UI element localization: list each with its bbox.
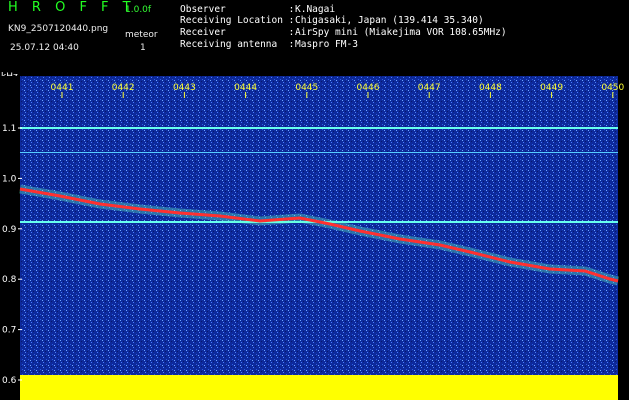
header-panel: H R O F F T 1.0.0f KN9_2507120440.png me… xyxy=(0,0,629,76)
frequency-tick-label: 0.9 xyxy=(2,225,17,235)
app-brand: H R O F F T xyxy=(8,0,136,15)
file-name: KN9_2507120440.png xyxy=(8,24,109,34)
receiver-label: Receiver : xyxy=(180,27,295,38)
frequency-tick-label: 1.0 xyxy=(2,174,17,184)
time-tick-label: 0443 xyxy=(173,83,196,93)
time-tick-label: 0448 xyxy=(479,83,502,93)
frequency-tick-label: 0.6 xyxy=(2,376,17,386)
time-tick-label: 0449 xyxy=(540,83,563,93)
frequency-tick-label: 0.7 xyxy=(2,326,16,336)
time-tick-label: 0445 xyxy=(295,83,318,93)
spectrogram-plot: 0441 0442 0443 0444 0445 0446 0447 0448 0449 0450… xyxy=(0,76,629,400)
time-tick-label: 0450 xyxy=(601,83,624,93)
app-version: 1.0.0f xyxy=(125,5,152,15)
mode-label: meteor xyxy=(125,30,158,40)
antenna-value: Maspro FM-3 xyxy=(295,39,358,50)
mode-value: 1 xyxy=(140,43,146,53)
capture-datetime: 25.07.12 04:40 xyxy=(10,43,79,53)
time-tick-label: 0447 xyxy=(418,83,441,93)
carrier-line-2 xyxy=(20,152,618,153)
signal-level-bar xyxy=(20,375,618,400)
frequency-tick-label: 1.1 xyxy=(2,124,16,134)
antenna-label: Receiving antenna : xyxy=(180,39,295,50)
receiver-value: AirSpy mini (Miakejima VOR 108.65MHz) xyxy=(295,27,507,38)
frequency-tick-label: 0.8 xyxy=(2,275,17,285)
carrier-line-1 xyxy=(20,127,618,129)
time-tick-label: 0446 xyxy=(357,83,380,93)
location-value: Chigasaki, Japan (139.414 35.340) xyxy=(295,15,484,26)
location-label: Receiving Location : xyxy=(180,15,295,26)
time-tick-label: 0444 xyxy=(234,83,257,93)
time-tick-label: 0442 xyxy=(112,83,135,93)
time-tick-label: 0441 xyxy=(51,83,74,93)
